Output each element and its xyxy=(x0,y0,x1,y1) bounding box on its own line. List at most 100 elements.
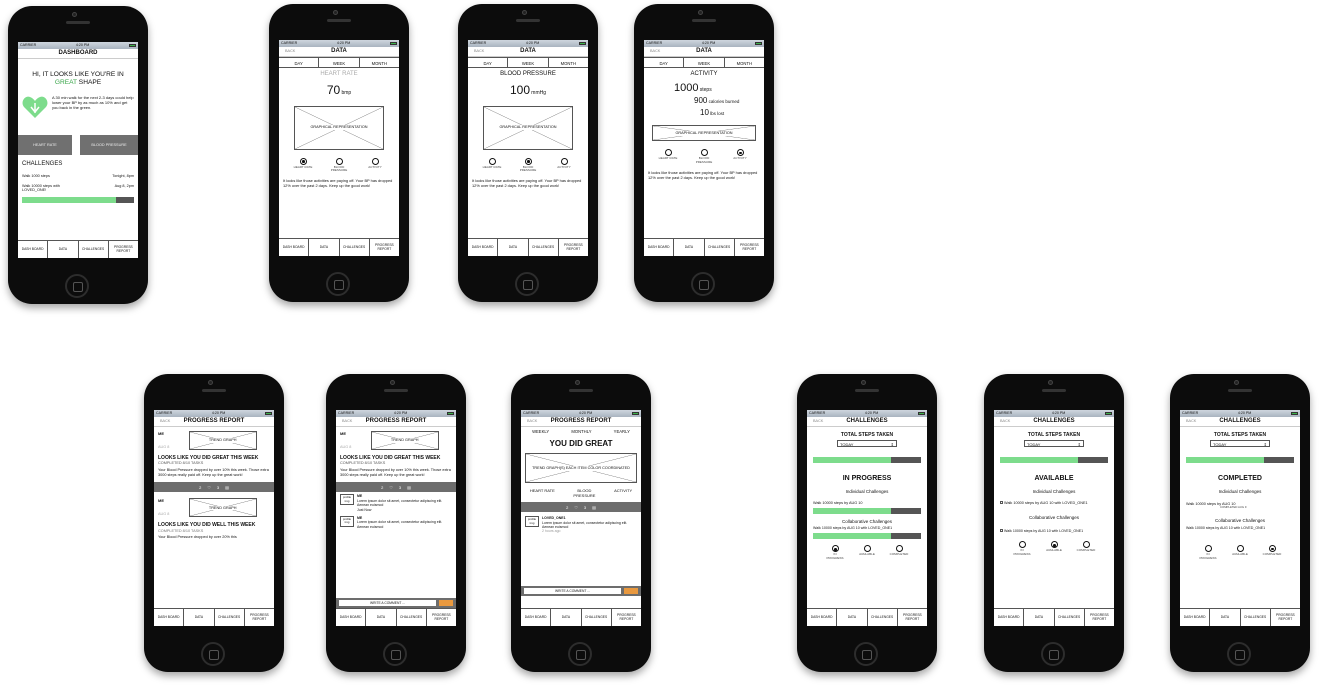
comment-icon[interactable]: ▤ xyxy=(225,485,229,490)
home-button[interactable] xyxy=(691,272,715,296)
tab-challenges[interactable]: CHALLENGES xyxy=(215,609,245,626)
home-button[interactable] xyxy=(65,274,89,298)
radio-completed[interactable] xyxy=(1082,541,1090,549)
radio-available[interactable] xyxy=(1050,541,1058,549)
challenge-item[interactable]: Walk 10000 steps by AUG 10 with LOVED_ON… xyxy=(1180,526,1300,530)
period-select[interactable]: TODAY ⇕ xyxy=(1210,440,1270,448)
radio-heart-rate[interactable] xyxy=(664,149,672,157)
seg-week[interactable]: WEEK xyxy=(319,58,360,67)
comment-input[interactable]: WRITE A COMMENT ... xyxy=(524,588,621,594)
tab-challenges[interactable]: CHALLENGES xyxy=(397,609,427,626)
seg-week[interactable]: WEEK xyxy=(684,58,725,67)
back-button[interactable]: BACK xyxy=(1186,419,1196,424)
tab-progress-report[interactable]: PROGRESS REPORT xyxy=(427,609,456,626)
tab-data[interactable]: DATA xyxy=(48,241,79,258)
tab-data[interactable]: DATA xyxy=(184,609,215,626)
tab-yearly[interactable]: YEARLY xyxy=(614,429,630,434)
tab-data[interactable]: DATA xyxy=(674,239,705,256)
tab-data[interactable]: DATA xyxy=(837,609,868,626)
tab-monthly[interactable]: MONTHLY xyxy=(571,429,591,434)
radio-blood-pressure[interactable] xyxy=(524,157,532,165)
tab-data[interactable]: DATA xyxy=(551,609,582,626)
tab-data[interactable]: DATA xyxy=(309,239,340,256)
tab-challenges[interactable]: CHALLENGES xyxy=(1055,609,1085,626)
radio-available[interactable] xyxy=(863,545,871,553)
tab-dashboard[interactable]: DASH BOARD xyxy=(1180,609,1211,626)
tab-dashboard[interactable]: DASH BOARD xyxy=(521,609,552,626)
tab-data[interactable]: DATA xyxy=(366,609,397,626)
tab-challenges[interactable]: CHALLENGES xyxy=(582,609,612,626)
tab-progress-report[interactable]: PROGRESS REPORT xyxy=(612,609,641,626)
heart-icon[interactable]: ♡ xyxy=(207,485,211,490)
period-select[interactable]: TODAY ⇕ xyxy=(837,440,897,448)
radio-activity[interactable] xyxy=(560,157,568,165)
heart-icon[interactable]: ♡ xyxy=(389,485,393,490)
radio-in-progress[interactable] xyxy=(1204,544,1212,552)
home-button[interactable] xyxy=(201,642,225,666)
cat-activity[interactable]: ACTIVITY xyxy=(614,488,632,498)
challenge-item[interactable]: Walk 10000 steps by AUG 10 with LOVED_ON… xyxy=(994,528,1114,533)
radio-in-progress[interactable] xyxy=(831,545,839,553)
tab-dashboard[interactable]: DASH BOARD xyxy=(644,239,675,256)
tab-progress-report[interactable]: PROGRESS REPORT xyxy=(735,239,764,256)
tab-progress-report[interactable]: PROGRESS REPORT xyxy=(245,609,274,626)
home-button[interactable] xyxy=(383,642,407,666)
comment-input[interactable]: WRITE A COMMENT ... xyxy=(339,600,436,606)
seg-month[interactable]: MONTH xyxy=(725,58,764,67)
home-button[interactable] xyxy=(1041,642,1065,666)
radio-available[interactable] xyxy=(1236,544,1244,552)
tab-weekly[interactable]: WEEKLY xyxy=(532,429,549,434)
send-button[interactable] xyxy=(439,600,453,606)
challenge-item[interactable]: Walk 10000 steps by AUG 10 xyxy=(807,501,927,506)
comment-icon[interactable]: ▤ xyxy=(407,485,411,490)
tab-progress-report[interactable]: PROGRESS REPORT xyxy=(370,239,399,256)
tab-dashboard[interactable]: DASH BOARD xyxy=(336,609,367,626)
back-button[interactable]: BACK xyxy=(342,419,352,424)
tab-progress-report[interactable]: PROGRESS REPORT xyxy=(559,239,588,256)
back-button[interactable]: BACK xyxy=(527,419,537,424)
tab-challenges[interactable]: CHALLENGES xyxy=(79,241,109,258)
radio-blood-pressure[interactable] xyxy=(335,157,343,165)
home-button[interactable] xyxy=(326,272,350,296)
back-button[interactable]: BACK xyxy=(285,49,295,54)
tab-challenges[interactable]: CHALLENGES xyxy=(340,239,370,256)
tab-dashboard[interactable]: DASH BOARD xyxy=(468,239,499,256)
tab-data[interactable]: DATA xyxy=(1024,609,1055,626)
tab-progress-report[interactable]: PROGRESS REPORT xyxy=(1271,609,1300,626)
heart-rate-button[interactable]: HEART RATE xyxy=(18,135,72,156)
radio-completed[interactable] xyxy=(1268,544,1276,552)
tab-challenges[interactable]: CHALLENGES xyxy=(868,609,898,626)
tab-dashboard[interactable]: DASH BOARD xyxy=(154,609,185,626)
tab-progress-report[interactable]: PROGRESS REPORT xyxy=(898,609,927,626)
radio-activity[interactable] xyxy=(371,157,379,165)
comment-icon[interactable]: ▤ xyxy=(592,505,596,510)
seg-day[interactable]: DAY xyxy=(468,58,509,67)
challenge-item[interactable]: Walk 10000 steps by AUG 10 with LOVED_ON… xyxy=(807,526,927,530)
period-select[interactable]: TODAY ⇕ xyxy=(1024,440,1084,448)
send-button[interactable] xyxy=(624,588,638,594)
tab-challenges[interactable]: CHALLENGES xyxy=(1241,609,1271,626)
seg-week[interactable]: WEEK xyxy=(508,58,549,67)
cat-blood-pressure[interactable]: BLOOD PRESSURE xyxy=(572,488,596,498)
cat-heart-rate[interactable]: HEART RATE xyxy=(530,488,555,498)
seg-day[interactable]: DAY xyxy=(279,58,320,67)
challenge-row[interactable]: Walk 10000 steps with LOVED_ONE! Aug 8, 2… xyxy=(18,184,138,193)
checkbox[interactable] xyxy=(1000,500,1003,504)
back-button[interactable]: BACK xyxy=(650,49,660,54)
radio-completed[interactable] xyxy=(895,545,903,553)
seg-month[interactable]: MONTH xyxy=(549,58,588,67)
tab-data[interactable]: DATA xyxy=(1210,609,1241,626)
home-button[interactable] xyxy=(515,272,539,296)
seg-day[interactable]: DAY xyxy=(644,58,685,67)
back-button[interactable]: BACK xyxy=(160,419,170,424)
tab-dashboard[interactable]: DASH BOARD xyxy=(994,609,1025,626)
home-button[interactable] xyxy=(568,642,592,666)
tab-progress-report[interactable]: PROGRESS REPORT xyxy=(1085,609,1114,626)
tab-dashboard[interactable]: DASH BOARD xyxy=(279,239,310,256)
tab-dashboard[interactable]: DASH BOARD xyxy=(18,241,49,258)
tab-progress-report[interactable]: PROGRESS REPORT xyxy=(109,241,138,258)
back-button[interactable]: BACK xyxy=(474,49,484,54)
checkbox[interactable] xyxy=(1000,528,1003,532)
radio-blood-pressure[interactable] xyxy=(700,149,708,157)
back-button[interactable]: BACK xyxy=(813,419,823,424)
